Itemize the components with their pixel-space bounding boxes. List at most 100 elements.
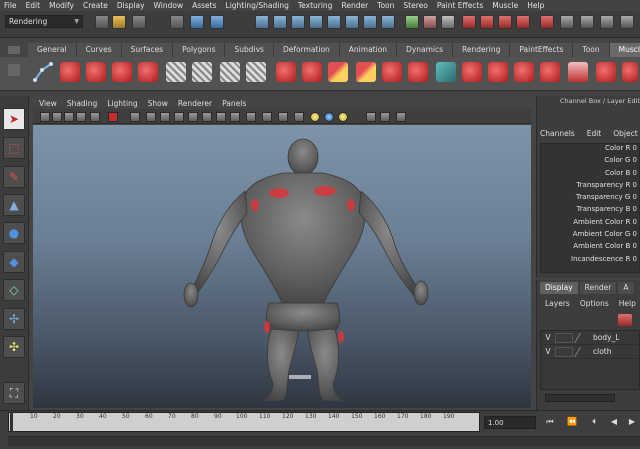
- muscle-shelf-icon-11[interactable]: [514, 62, 534, 82]
- select-component-icon[interactable]: [210, 15, 224, 29]
- cb-menu-channels[interactable]: Channels: [540, 129, 575, 138]
- input-ops-icon[interactable]: [345, 15, 359, 29]
- menu-stereo[interactable]: Stereo: [403, 1, 427, 10]
- play-backwards-icon[interactable]: ◀: [608, 417, 620, 428]
- layer-menu-layers[interactable]: Layers: [545, 299, 570, 308]
- muscle-shelf-icon-1[interactable]: [60, 62, 80, 82]
- grease-pencil-icon[interactable]: [90, 112, 100, 122]
- safe-title-icon[interactable]: [216, 112, 226, 122]
- muscle-shelf-icon-12[interactable]: [540, 62, 560, 82]
- snap-point-icon[interactable]: [291, 15, 305, 29]
- safe-action-icon[interactable]: [202, 112, 212, 122]
- tab-animation[interactable]: Animation: [339, 43, 398, 57]
- tab-display-layers[interactable]: Display: [540, 282, 578, 294]
- paint-select-tool-icon[interactable]: ✎: [3, 166, 25, 188]
- smooth-shade-icon[interactable]: [262, 112, 272, 122]
- new-layer-icon[interactable]: [618, 314, 632, 326]
- texture-toggle-icon[interactable]: [230, 112, 240, 122]
- menu-modify[interactable]: Modify: [49, 1, 74, 10]
- muscle-paint-icon[interactable]: [498, 15, 512, 29]
- tab-general[interactable]: General: [28, 43, 77, 57]
- layer-scrollbar[interactable]: [545, 394, 615, 402]
- show-hide-tool-settings-icon[interactable]: [580, 15, 594, 29]
- tab-muscle[interactable]: Muscle: [609, 43, 640, 57]
- soft-mod-tool-icon[interactable]: ✢: [3, 308, 25, 330]
- field-chart-icon[interactable]: [188, 112, 198, 122]
- rotate-tool-icon[interactable]: ●: [3, 222, 25, 244]
- tab-dynamics[interactable]: Dynamics: [397, 43, 454, 57]
- muscle-shelf-icon-5[interactable]: [276, 62, 296, 82]
- select-tool-icon[interactable]: ➤: [3, 108, 25, 130]
- menu-render[interactable]: Render: [341, 1, 368, 10]
- snap-curve-icon[interactable]: [273, 15, 287, 29]
- muscle-shelf-icon-9[interactable]: [462, 62, 482, 82]
- muscle-spline-icon[interactable]: [32, 60, 54, 84]
- menu-help[interactable]: Help: [527, 1, 544, 10]
- shelf-menu-icon[interactable]: [8, 46, 20, 54]
- muscle-shelf-icon-4[interactable]: [138, 62, 158, 82]
- step-back-frame-icon[interactable]: ⏴: [588, 417, 600, 428]
- menu-assets[interactable]: Assets: [192, 1, 216, 10]
- muscle-shelf-icon-13[interactable]: [596, 62, 616, 82]
- channel-row[interactable]: Ambient Color G 0: [541, 230, 639, 242]
- show-hide-attribute-icon[interactable]: [560, 15, 574, 29]
- muscle-shelf-icon-10[interactable]: [488, 62, 508, 82]
- panel-menu-view[interactable]: View: [39, 99, 57, 108]
- resolution-gate-icon[interactable]: [160, 112, 170, 122]
- layer-type-toggle[interactable]: [555, 332, 573, 343]
- muscle-shelf-icon-7[interactable]: [382, 62, 402, 82]
- channel-row[interactable]: Color G 0: [541, 156, 639, 168]
- two-d-pan-icon[interactable]: [76, 112, 86, 122]
- snap-view-plane-icon[interactable]: [309, 15, 323, 29]
- tab-rendering[interactable]: Rendering: [453, 43, 511, 57]
- muscle-weight-icon-1[interactable]: [328, 62, 348, 82]
- tab-subdivs[interactable]: Subdivs: [225, 43, 274, 57]
- muscle-tool-icon[interactable]: [462, 15, 476, 29]
- muscle-weight-icon-2[interactable]: [356, 62, 376, 82]
- channel-row[interactable]: Transparency R 0: [541, 181, 639, 193]
- layer-color-swatch[interactable]: [574, 346, 592, 357]
- channel-row[interactable]: Transparency G 0: [541, 193, 639, 205]
- lasso-tool-icon[interactable]: ⬚: [3, 137, 25, 159]
- layer-row[interactable]: V cloth: [541, 345, 639, 359]
- play-forwards-icon[interactable]: ▶: [626, 417, 638, 428]
- cb-menu-object[interactable]: Object: [613, 129, 637, 138]
- tab-painteffects[interactable]: PaintEffects: [510, 43, 574, 57]
- channel-row[interactable]: Transparency B 0: [541, 205, 639, 217]
- channel-row[interactable]: Incandescence R 0: [541, 255, 639, 267]
- channel-row[interactable]: Ambient Color R 0: [541, 218, 639, 230]
- shelf-options-icon[interactable]: [8, 64, 20, 76]
- show-hide-layer-editor-icon[interactable]: [620, 15, 634, 29]
- muscle-bind-icon[interactable]: [516, 15, 530, 29]
- new-scene-icon[interactable]: [95, 15, 109, 29]
- muscle-shelf-icon-8[interactable]: [408, 62, 428, 82]
- camera-bookmark-icon[interactable]: [52, 112, 62, 122]
- layer-menu-help[interactable]: Help: [619, 299, 636, 308]
- film-gate-icon[interactable]: [146, 112, 156, 122]
- menu-texturing[interactable]: Texturing: [298, 1, 333, 10]
- gate-mask-icon[interactable]: [174, 112, 184, 122]
- range-slider[interactable]: [8, 436, 640, 446]
- tab-curves[interactable]: Curves: [76, 43, 122, 57]
- channel-row[interactable]: Color B 0: [541, 169, 639, 181]
- muscle-magnet-icon[interactable]: [540, 15, 554, 29]
- tab-deformation[interactable]: Deformation: [273, 43, 340, 57]
- select-object-icon[interactable]: [190, 15, 204, 29]
- menu-display[interactable]: Display: [117, 1, 145, 10]
- layer-menu-options[interactable]: Options: [580, 299, 609, 308]
- use-all-lights-icon[interactable]: [310, 112, 320, 122]
- camera-attributes-icon[interactable]: [40, 112, 50, 122]
- open-scene-icon[interactable]: [112, 15, 126, 29]
- snap-live-icon[interactable]: [327, 15, 341, 29]
- muscle-shelf-icon-2[interactable]: [86, 62, 106, 82]
- layout-icon[interactable]: ⛶: [3, 382, 25, 404]
- current-time-marker[interactable]: [10, 412, 13, 432]
- manipulator-tool-icon[interactable]: ◇: [3, 279, 25, 301]
- tab-render-layers[interactable]: Render: [579, 282, 617, 294]
- hq-rendering-icon[interactable]: [396, 112, 406, 122]
- panel-menu-lighting[interactable]: Lighting: [107, 99, 137, 108]
- menu-window[interactable]: Window: [154, 1, 184, 10]
- save-scene-icon[interactable]: [132, 15, 146, 29]
- muscle-cache-icon[interactable]: [436, 62, 456, 82]
- textured-icon[interactable]: [294, 112, 304, 122]
